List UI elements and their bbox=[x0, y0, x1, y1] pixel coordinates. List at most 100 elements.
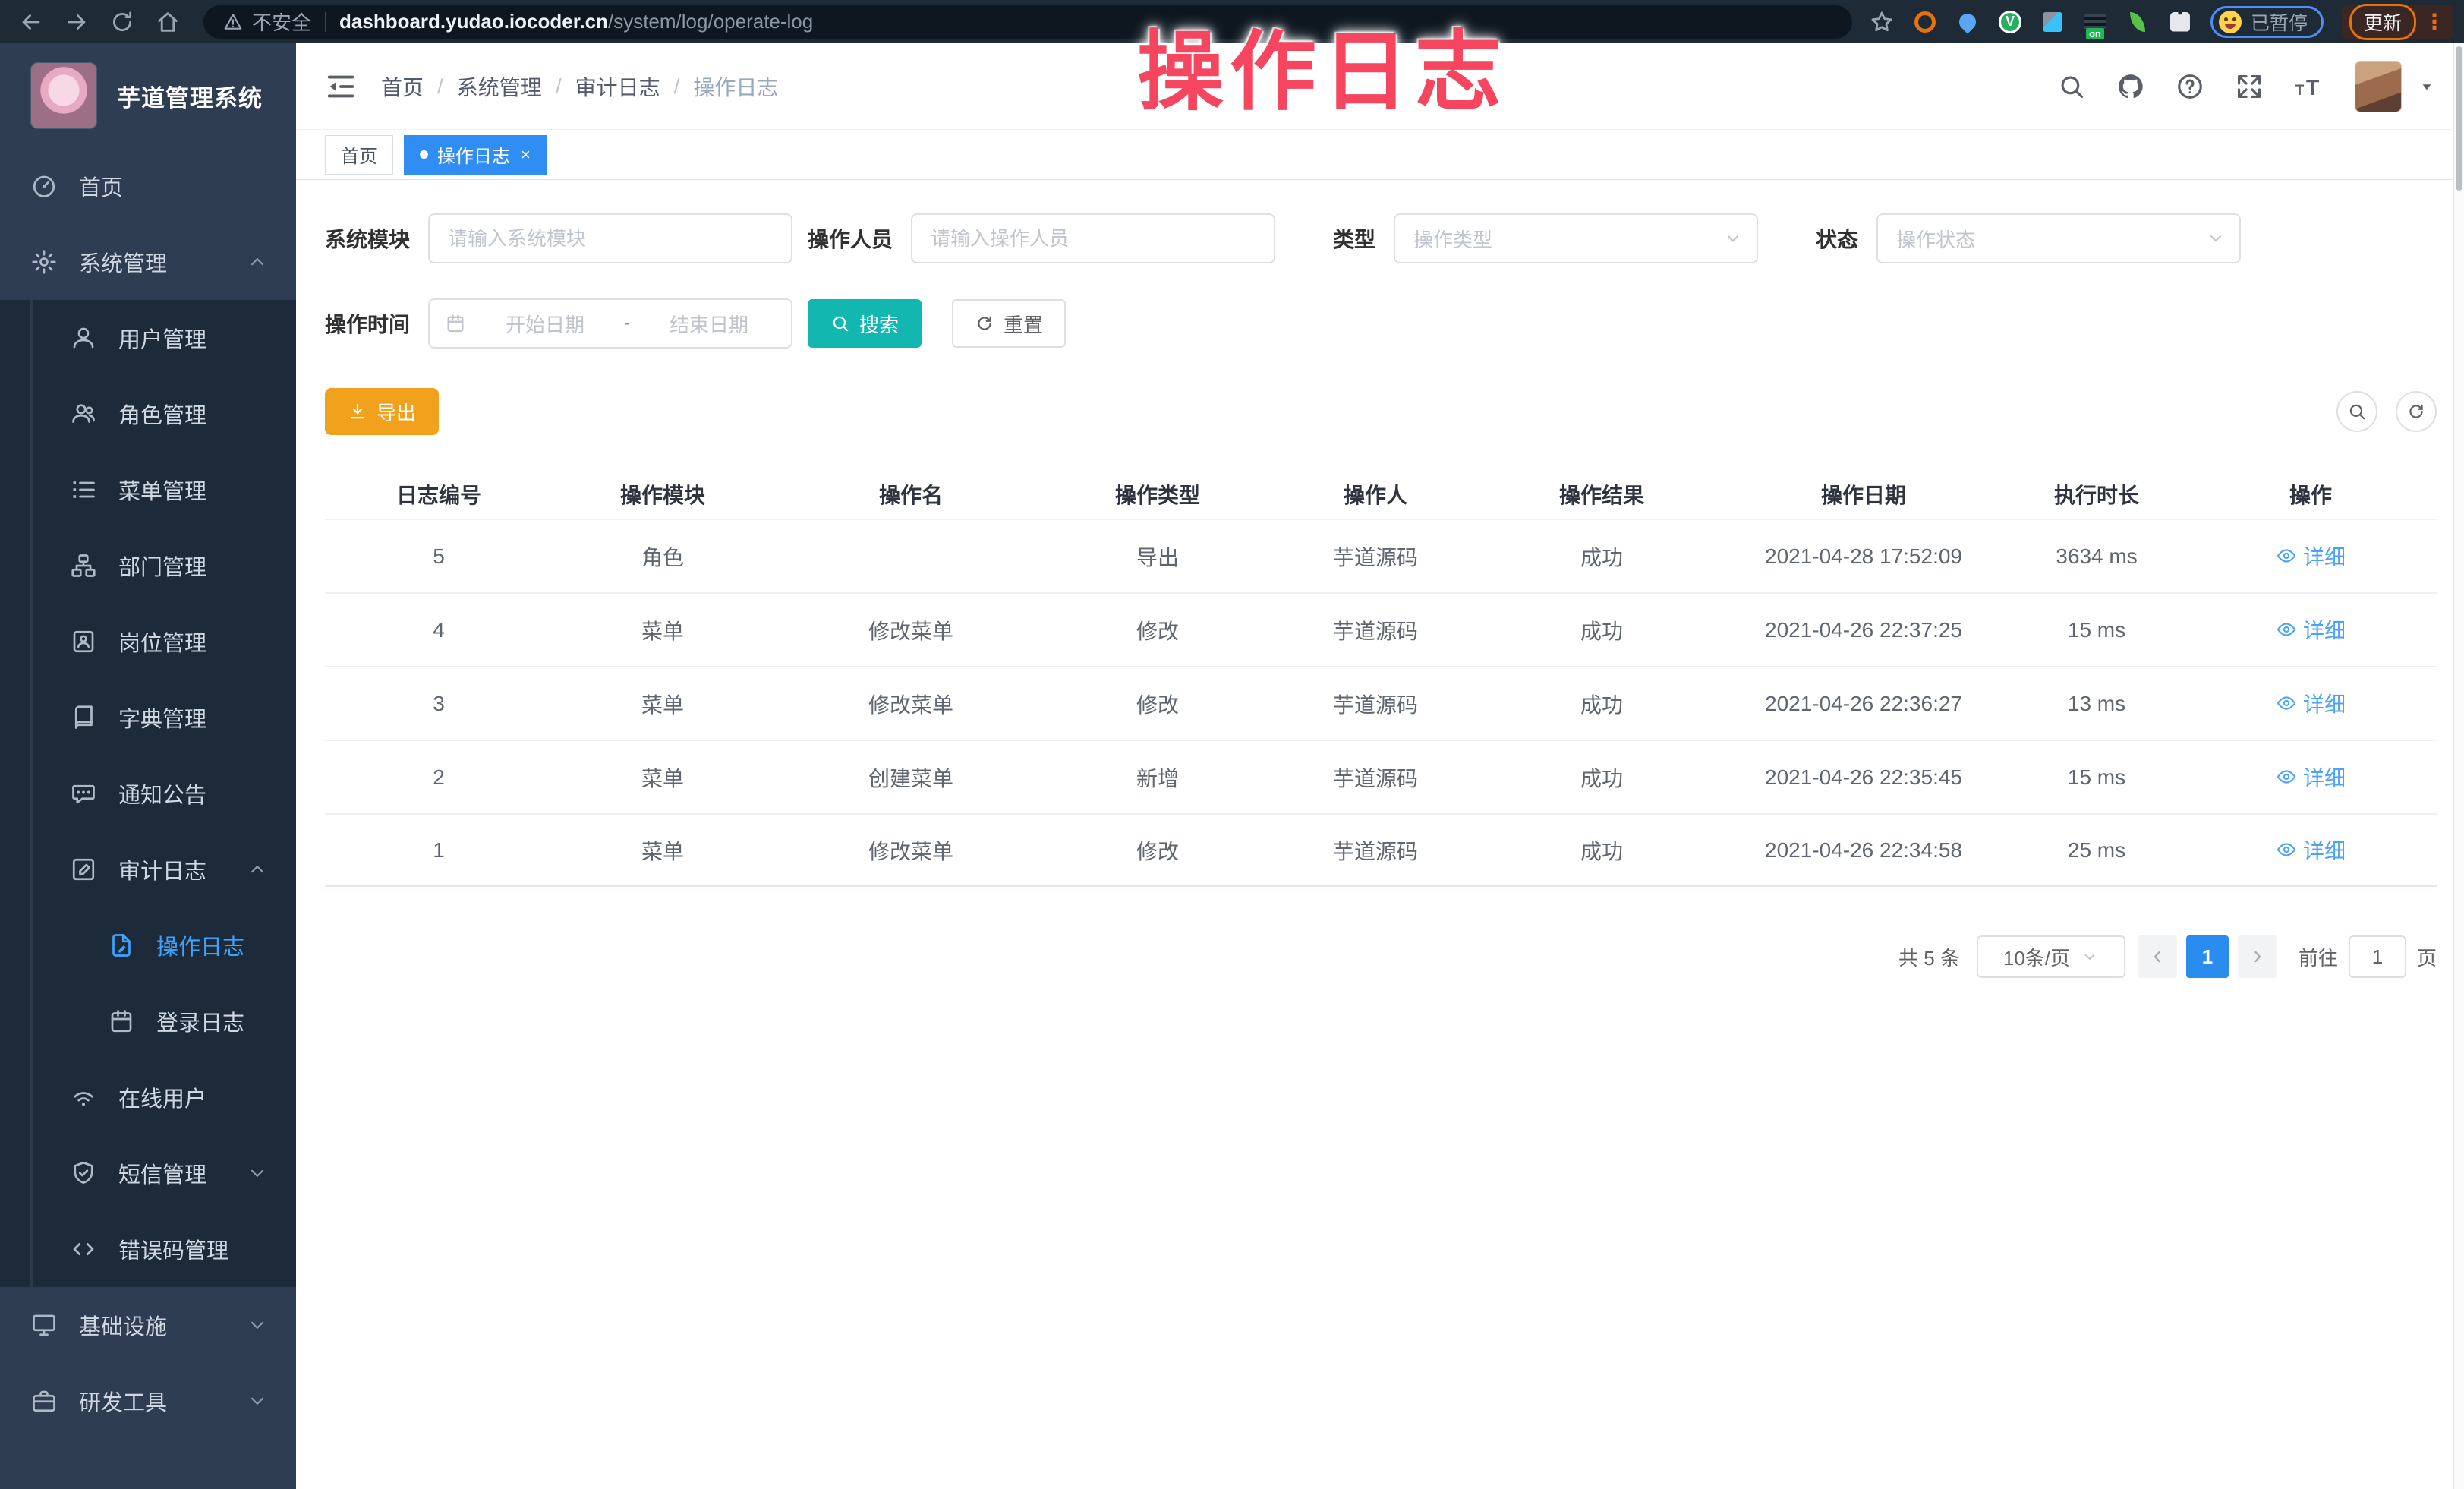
detail-link[interactable]: 详细 bbox=[2276, 834, 2346, 865]
table-row: 5角色导出芋道源码成功2021-04-28 17:52:093634 ms详细 bbox=[325, 519, 2437, 592]
page-size-select[interactable]: 10条/页 bbox=[1977, 935, 2125, 978]
detail-link[interactable]: 详细 bbox=[2276, 541, 2346, 571]
sidebar-item-post-management[interactable]: 岗位管理 bbox=[0, 604, 296, 680]
sidebar-item-notice[interactable]: 通知公告 bbox=[0, 756, 296, 831]
tab-home[interactable]: 首页 bbox=[325, 135, 393, 175]
cell-operator: 芋道源码 bbox=[1266, 689, 1485, 719]
sidebar-item-error-code-management[interactable]: 错误码管理 bbox=[0, 1211, 296, 1287]
extension-pin-icon[interactable] bbox=[1955, 10, 1980, 34]
date-range-picker[interactable]: 开始日期 - 结束日期 bbox=[428, 298, 792, 349]
sidebar-item-home[interactable]: 首页 bbox=[0, 148, 296, 224]
cell-date: 2021-04-26 22:37:25 bbox=[1719, 618, 2009, 642]
column-header: 操作日期 bbox=[1719, 479, 2009, 509]
page-number-1[interactable]: 1 bbox=[2186, 935, 2229, 978]
eye-icon bbox=[2276, 619, 2297, 640]
prev-page-button[interactable] bbox=[2138, 935, 2177, 978]
sidebar-item-dict-management[interactable]: 字典管理 bbox=[0, 680, 296, 756]
type-select[interactable]: 操作类型 bbox=[1394, 213, 1758, 263]
sidebar-item-dev-tools[interactable]: 研发工具 bbox=[0, 1363, 296, 1439]
refresh-button[interactable] bbox=[2396, 391, 2437, 432]
sidebar-item-login-log[interactable]: 登录日志 bbox=[0, 983, 296, 1059]
detail-link[interactable]: 详细 bbox=[2276, 688, 2346, 718]
detail-link[interactable]: 详细 bbox=[2276, 614, 2346, 645]
operator-input[interactable] bbox=[911, 213, 1275, 263]
help-icon[interactable] bbox=[2176, 72, 2204, 101]
sidebar-item-dept-management[interactable]: 部门管理 bbox=[0, 528, 296, 604]
sidebar-item-audit-log[interactable]: 审计日志 bbox=[0, 831, 296, 907]
sidebar-item-sms-management[interactable]: 短信管理 bbox=[0, 1135, 296, 1211]
browser-menu-icon[interactable]: ⋮ bbox=[2424, 9, 2446, 34]
eye-icon bbox=[2276, 839, 2297, 860]
status-select[interactable]: 操作状态 bbox=[1876, 213, 2241, 263]
sidebar-collapse-icon[interactable] bbox=[323, 69, 358, 104]
reload-icon[interactable] bbox=[109, 9, 135, 35]
security-label[interactable]: 不安全 bbox=[252, 8, 311, 36]
sidebar-item-online-users[interactable]: 在线用户 bbox=[0, 1059, 296, 1135]
sidebar-logo-row[interactable]: 芋道管理系统 bbox=[0, 43, 296, 148]
export-button-label: 导出 bbox=[377, 398, 416, 426]
pagination: 共 5 条 10条/页 1 前往 页 bbox=[325, 935, 2437, 978]
cell-type: 新增 bbox=[1049, 762, 1266, 793]
cell-date: 2021-04-28 17:52:09 bbox=[1719, 544, 2009, 569]
cell-operator: 芋道源码 bbox=[1266, 762, 1485, 793]
extension-leaf-icon[interactable] bbox=[2125, 10, 2150, 34]
sidebar-item-operate-log[interactable]: 操作日志 bbox=[0, 907, 296, 983]
sidebar-item-label: 岗位管理 bbox=[118, 626, 206, 658]
cell-name: 修改菜单 bbox=[773, 689, 1049, 719]
reset-button[interactable]: 重置 bbox=[952, 299, 1066, 348]
forward-icon[interactable] bbox=[64, 9, 90, 35]
sidebar-item-user-management[interactable]: 用户管理 bbox=[0, 300, 296, 376]
chevron-down-icon bbox=[2206, 229, 2226, 248]
bookmark-star-icon[interactable] bbox=[1869, 9, 1895, 35]
calendar-icon bbox=[445, 313, 466, 334]
fullscreen-icon[interactable] bbox=[2235, 72, 2264, 101]
column-header: 操作 bbox=[2185, 479, 2437, 509]
sidebar-item-infrastructure[interactable]: 基础设施 bbox=[0, 1287, 296, 1363]
next-page-button[interactable] bbox=[2238, 935, 2277, 978]
tab-operate-log[interactable]: 操作日志 × bbox=[404, 135, 547, 175]
extension-v-icon[interactable]: V bbox=[1998, 10, 2022, 34]
update-button[interactable]: 更新 bbox=[2349, 4, 2416, 40]
sidebar-item-label: 基础设施 bbox=[79, 1309, 167, 1341]
cell-result: 成功 bbox=[1485, 835, 1719, 866]
back-icon[interactable] bbox=[18, 9, 44, 35]
breadcrumb-separator: / bbox=[556, 74, 562, 99]
page-scrollbar[interactable] bbox=[2453, 43, 2464, 1489]
breadcrumb-item-system[interactable]: 系统管理 bbox=[457, 71, 542, 102]
cell-operator: 芋道源码 bbox=[1266, 835, 1485, 866]
extension-orange-icon[interactable] bbox=[1913, 10, 1937, 34]
search-button[interactable]: 搜索 bbox=[808, 299, 922, 348]
eye-icon bbox=[2276, 692, 2297, 714]
module-input[interactable] bbox=[428, 213, 792, 263]
url-path: /system/log/operate-log bbox=[608, 10, 813, 33]
page-content: 系统模块 操作人员 类型 操作类型 状态 操作状 bbox=[296, 180, 2464, 1489]
header-search-icon[interactable] bbox=[2057, 72, 2086, 101]
extensions-puzzle-icon[interactable] bbox=[2168, 10, 2192, 34]
scrollbar-thumb[interactable] bbox=[2456, 46, 2462, 191]
goto-page-input[interactable] bbox=[2349, 935, 2406, 978]
font-size-icon[interactable]: TT bbox=[2294, 72, 2323, 101]
extension-gem-icon[interactable] bbox=[2040, 10, 2065, 34]
home-icon[interactable] bbox=[155, 9, 181, 35]
user-avatar[interactable] bbox=[2355, 61, 2402, 112]
breadcrumb-item-home[interactable]: 首页 bbox=[381, 71, 424, 102]
status-select-placeholder: 操作状态 bbox=[1896, 225, 1975, 253]
address-bar[interactable]: 不安全 dashboard.yudao.iocoder.cn /system/l… bbox=[203, 5, 1852, 39]
github-icon[interactable] bbox=[2116, 72, 2145, 101]
detail-link[interactable]: 详细 bbox=[2276, 762, 2346, 792]
export-button[interactable]: 导出 bbox=[325, 388, 439, 435]
column-header: 操作结果 bbox=[1485, 479, 1719, 509]
sidebar-item-menu-management[interactable]: 菜单管理 bbox=[0, 452, 296, 528]
sidebar-item-label: 菜单管理 bbox=[118, 474, 206, 506]
app-title: 芋道管理系统 bbox=[117, 79, 263, 113]
toggle-search-button[interactable] bbox=[2336, 391, 2377, 432]
status-label: 状态 bbox=[1816, 223, 1858, 254]
breadcrumb-item-audit[interactable]: 审计日志 bbox=[575, 71, 660, 102]
sidebar-item-system-management[interactable]: 系统管理 bbox=[0, 224, 296, 300]
caret-down-icon[interactable] bbox=[2417, 77, 2437, 96]
sidebar-item-role-management[interactable]: 角色管理 bbox=[0, 376, 296, 452]
close-icon[interactable]: × bbox=[521, 145, 531, 165]
profile-paused-pill[interactable]: 已暂停 bbox=[2210, 6, 2324, 38]
cell-type: 修改 bbox=[1049, 835, 1266, 866]
extension-switch-icon[interactable]: on bbox=[2083, 10, 2107, 34]
